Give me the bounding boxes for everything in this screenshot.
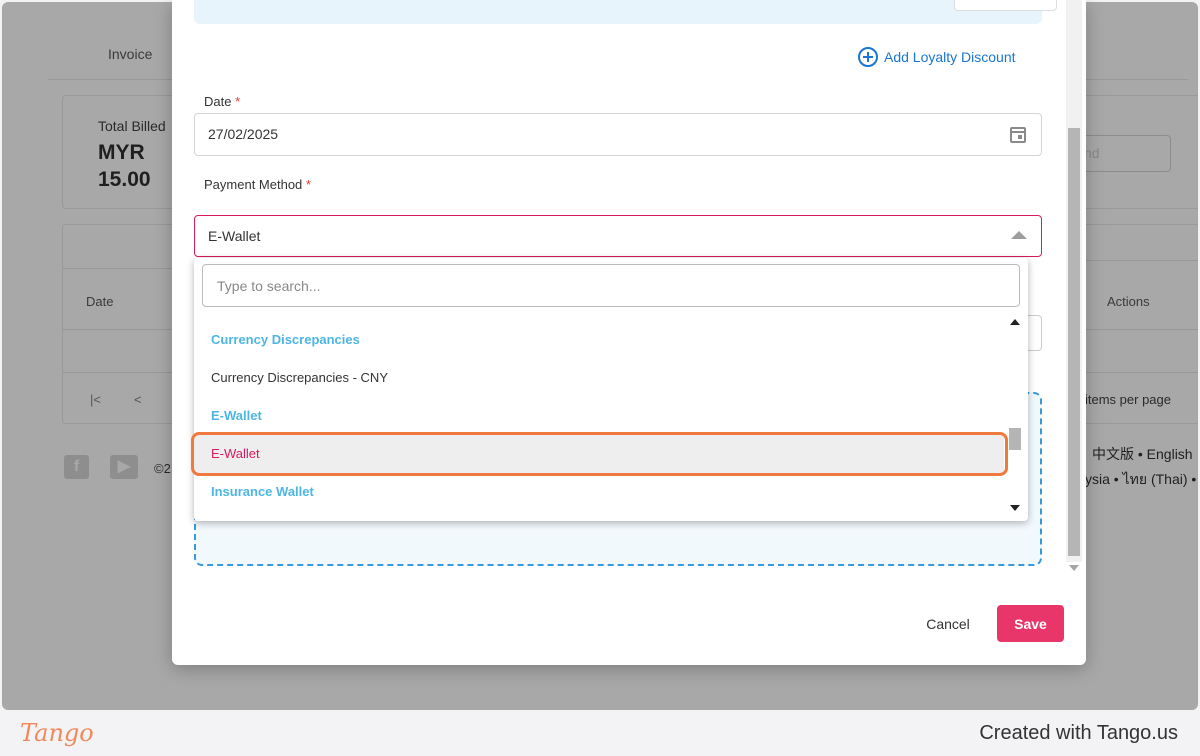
- tab-invoice: Invoice: [108, 46, 153, 62]
- youtube-icon: ▶: [110, 455, 138, 479]
- dropdown-option-selected[interactable]: E-Wallet: [194, 435, 1004, 473]
- copyright-text: ©2: [154, 461, 171, 476]
- table-divider: [62, 329, 182, 330]
- tango-footer: Tango Created with Tango.us: [0, 710, 1200, 756]
- modal-scrollbar[interactable]: [1066, 0, 1082, 580]
- date-label-text: Date: [204, 94, 232, 109]
- add-loyalty-discount-label: Add Loyalty Discount: [884, 49, 1016, 65]
- scroll-up-arrow-icon[interactable]: [1010, 319, 1020, 325]
- table-card-left: [62, 224, 182, 424]
- date-field[interactable]: 27/02/2025: [194, 113, 1042, 156]
- scrollbar-thumb[interactable]: [1068, 128, 1080, 556]
- dropdown-group-header: Currency Discrepancies: [211, 332, 360, 347]
- add-circle-icon: [858, 47, 878, 67]
- language-links-line2: ysia • ไทย (Thai) •: [1085, 471, 1197, 487]
- dropdown-scrollbar[interactable]: [1005, 310, 1025, 518]
- date-label: Date *: [204, 94, 240, 109]
- pager-prev-button: <: [134, 392, 142, 407]
- background-search-text: nd: [1084, 145, 1100, 161]
- scroll-down-arrow-icon[interactable]: [1010, 505, 1020, 511]
- scroll-down-arrow-icon[interactable]: [1069, 565, 1079, 571]
- date-value: 27/02/2025: [208, 126, 279, 142]
- payment-method-dropdown: Currency Discrepancies Currency Discrepa…: [194, 258, 1028, 521]
- dropdown-search-input[interactable]: [202, 264, 1020, 307]
- facebook-icon: f: [64, 455, 89, 479]
- language-links-line1: 中文版 • English: [1092, 446, 1193, 462]
- dropdown-option[interactable]: Currency Discrepancies - CNY: [194, 359, 1004, 397]
- table-header-date: Date: [86, 294, 114, 309]
- save-button[interactable]: Save: [997, 605, 1064, 642]
- info-box-button[interactable]: [954, 0, 1057, 11]
- payment-method-value: E-Wallet: [208, 228, 261, 244]
- required-marker: *: [235, 94, 241, 109]
- cancel-button[interactable]: Cancel: [912, 605, 984, 642]
- table-divider: [62, 268, 182, 269]
- payment-method-label: Payment Method *: [204, 177, 311, 192]
- info-box: [194, 0, 1057, 24]
- total-billed-label: Total Billed: [98, 118, 166, 134]
- dropdown-group-header: E-Wallet: [211, 408, 262, 423]
- items-per-page-label: items per page: [1085, 392, 1171, 407]
- total-billed-value: MYR 15.00: [98, 141, 151, 191]
- payment-method-select[interactable]: E-Wallet: [194, 215, 1042, 257]
- caret-up-icon: [1011, 231, 1027, 239]
- table-header-actions: Actions: [1107, 294, 1150, 309]
- tango-logo: Tango: [20, 719, 94, 747]
- dropdown-scrollbar-thumb[interactable]: [1009, 428, 1021, 450]
- add-loyalty-discount-button[interactable]: Add Loyalty Discount: [858, 47, 1016, 67]
- payment-method-label-text: Payment Method: [204, 177, 303, 192]
- tango-credit: Created with Tango.us: [979, 722, 1178, 744]
- hidden-field-edge: [1028, 315, 1042, 351]
- calendar-icon[interactable]: [1010, 127, 1026, 143]
- pager-first-button: |<: [90, 392, 101, 407]
- required-marker: *: [305, 177, 311, 192]
- table-divider: [62, 372, 182, 373]
- dropdown-group-header: Insurance Wallet: [211, 484, 314, 499]
